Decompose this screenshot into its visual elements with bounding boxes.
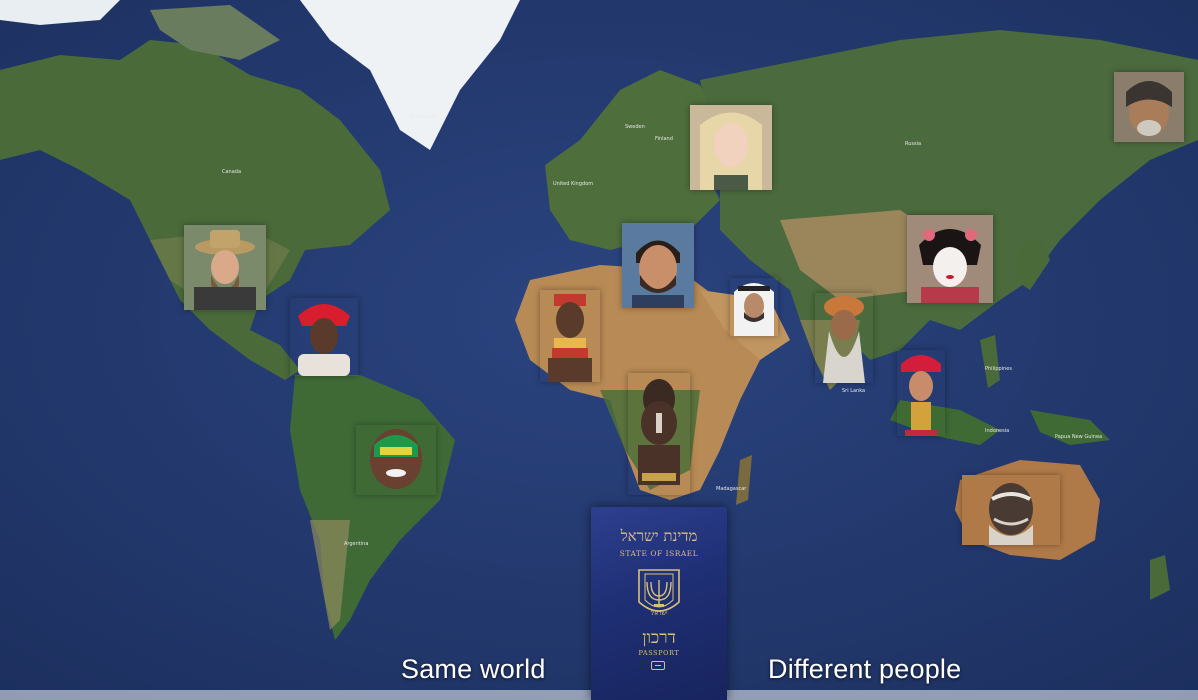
portrait-african-tribal-man: [628, 373, 690, 495]
map-label-sri-lanka: Sri Lanka: [842, 388, 865, 394]
map-label-finland: Finland: [655, 136, 673, 142]
portrait-caribbean-woman: [290, 298, 358, 376]
map-label-argentina: Argentina: [344, 541, 368, 547]
portrait-amish-man: [184, 225, 266, 310]
passport-hebrew-doc: דרכון: [642, 628, 676, 648]
map-label-papua-new-guinea: Papua New Guinea: [1055, 434, 1102, 440]
map-label-united-kingdom: United Kingdom: [553, 181, 593, 187]
map-label-canada: Canada: [222, 169, 241, 175]
passport-country: STATE OF ISRAEL: [619, 549, 699, 558]
caption-different-people: Different people: [768, 654, 962, 684]
map-label-sweden: Sweden: [625, 124, 645, 130]
map-label-philippines: Philippines: [985, 366, 1012, 372]
israeli-passport: מדינת ישראל STATE OF ISRAEL ישראל דרכון …: [591, 507, 727, 700]
passport-hebrew-country: מדינת ישראל: [620, 527, 698, 545]
portrait-siberian-elder: [1114, 72, 1184, 142]
portrait-thai-girl: [897, 350, 945, 436]
portrait-blonde-woman: [690, 105, 772, 190]
passport-doc: PASSPORT: [638, 649, 680, 657]
portrait-geisha: [907, 215, 993, 303]
portrait-brazilian-boy: [356, 425, 436, 495]
world-map-collage: Greenland Canada Russia Sweden Finland U…: [0, 0, 1198, 700]
portrait-bearded-man-smiling: [622, 223, 694, 308]
portrait-indian-sadhu: [815, 293, 873, 383]
map-label-russia: Russia: [905, 141, 921, 147]
map-label-madagascar: Madagascar: [716, 486, 747, 492]
biometric-chip-icon: [651, 661, 665, 670]
portrait-arab-man: [730, 278, 778, 336]
portrait-african-tribal-woman: [540, 290, 600, 382]
map-label-indonesia: Indonesia: [985, 428, 1009, 434]
caption-same-world: Same world: [401, 654, 546, 684]
portrait-aboriginal-man: [962, 475, 1060, 545]
passport-emblem: ישראל: [637, 568, 681, 620]
passport-emblem-text: ישראל: [651, 610, 667, 617]
map-label-greenland: Greenland: [410, 114, 436, 120]
